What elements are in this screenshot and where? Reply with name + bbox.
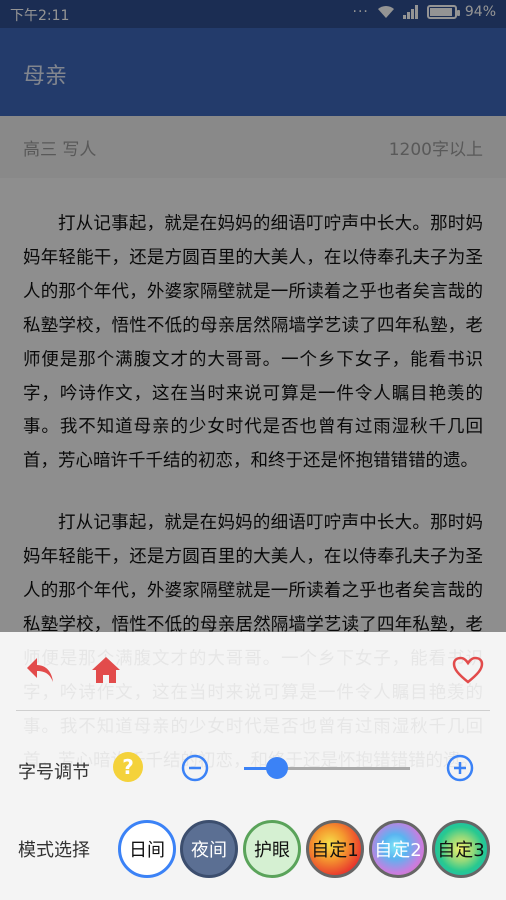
font-size-label: 字号调节 — [18, 762, 90, 783]
mode-custom1-button[interactable]: 自定1 — [306, 820, 364, 878]
grade-category: 高三 写人 — [23, 140, 97, 160]
favorite-button[interactable] — [448, 652, 488, 688]
more-dots-icon: ··· — [352, 4, 369, 20]
minus-circle-icon[interactable] — [181, 754, 209, 782]
mode-custom2-button[interactable]: 自定2 — [369, 820, 427, 878]
home-button[interactable] — [86, 652, 126, 688]
mode-day-button[interactable]: 日间 — [118, 820, 176, 878]
wifi-icon — [377, 5, 394, 18]
status-bar: 下午2:11 ··· 94% — [0, 0, 506, 28]
battery-icon — [426, 5, 460, 19]
mode-custom3-button[interactable]: 自定3 — [432, 820, 490, 878]
page-title: 母亲 — [23, 64, 68, 89]
article-meta: 高三 写人 1200字以上 — [0, 116, 506, 178]
mode-label: 模式选择 — [18, 840, 90, 861]
app-bar: 母亲 — [0, 28, 506, 116]
plus-circle-icon[interactable] — [446, 754, 474, 782]
signal-icon — [402, 5, 418, 19]
status-icons: ··· 94% — [353, 4, 496, 20]
heart-icon — [452, 656, 484, 684]
home-icon — [92, 657, 120, 683]
mode-night-button[interactable]: 夜间 — [180, 820, 238, 878]
help-icon[interactable]: ? — [113, 752, 143, 782]
back-arrow-icon — [27, 658, 53, 682]
settings-panel: 字号调节 ? 模式选择 日间 夜间 护眼 自定1 自定2 自定3 — [0, 632, 506, 900]
status-time: 下午2:11 — [10, 8, 70, 24]
word-count: 1200字以上 — [388, 140, 483, 160]
slider-thumb[interactable] — [266, 757, 289, 779]
back-button[interactable] — [20, 652, 60, 688]
article-paragraph: 打从记事起，就是在妈妈的细语叮咛声中长大。那时妈妈年轻能干，还是方圆百里的大美人… — [23, 214, 483, 472]
battery-percent: 94% — [464, 4, 496, 20]
mode-eye-care-button[interactable]: 护眼 — [243, 820, 301, 878]
panel-divider — [16, 710, 490, 711]
